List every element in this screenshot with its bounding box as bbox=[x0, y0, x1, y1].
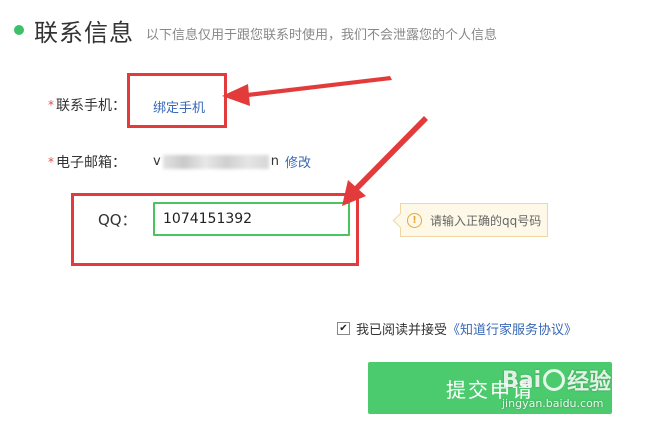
required-mark: * bbox=[48, 155, 54, 169]
email-label: 电子邮箱： bbox=[56, 155, 126, 171]
email-value: v n 修改 bbox=[153, 152, 311, 171]
email-value-end: n bbox=[270, 154, 279, 169]
green-dot-icon bbox=[14, 25, 24, 35]
agreement-text: 我已阅读并接受 bbox=[356, 323, 448, 338]
contact-info-page: 联系信息 以下信息仅用于跟您联系时使用，我们不会泄露您的个人信息 * 联系手机：… bbox=[0, 0, 651, 423]
arrow-to-qq bbox=[342, 116, 428, 206]
edit-email-link[interactable]: 修改 bbox=[285, 152, 311, 171]
agreement-checkbox[interactable]: ✔ bbox=[337, 322, 350, 335]
required-mark: * bbox=[48, 98, 54, 112]
tooltip-text: 请输入正确的qq号码 bbox=[430, 213, 542, 228]
section-header: 联系信息 以下信息仅用于跟您联系时使用，我们不会泄露您的个人信息 bbox=[14, 12, 497, 48]
phone-row: * 联系手机： bbox=[48, 95, 126, 115]
email-redacted-blur bbox=[162, 154, 269, 169]
qq-error-tooltip: ! 请输入正确的qq号码 bbox=[400, 203, 548, 237]
service-agreement-link[interactable]: 《知道行家服务协议》 bbox=[447, 319, 577, 338]
phone-label: 联系手机： bbox=[56, 98, 126, 114]
section-title: 联系信息 bbox=[34, 18, 134, 47]
section-subtitle: 以下信息仅用于跟您联系时使用，我们不会泄露您的个人信息 bbox=[146, 27, 498, 43]
agreement-row: ✔ 我已阅读并接受 《知道行家服务协议》 bbox=[337, 319, 577, 338]
qq-input[interactable] bbox=[153, 202, 350, 236]
warning-icon: ! bbox=[407, 212, 422, 228]
submit-application-button[interactable]: 提交申请 bbox=[368, 362, 612, 414]
email-value-start: v bbox=[153, 154, 161, 169]
email-row: * 电子邮箱： bbox=[48, 152, 126, 172]
arrow-to-phone bbox=[222, 76, 392, 106]
qq-label: QQ： bbox=[98, 211, 137, 229]
bind-phone-link[interactable]: 绑定手机 bbox=[153, 97, 205, 116]
